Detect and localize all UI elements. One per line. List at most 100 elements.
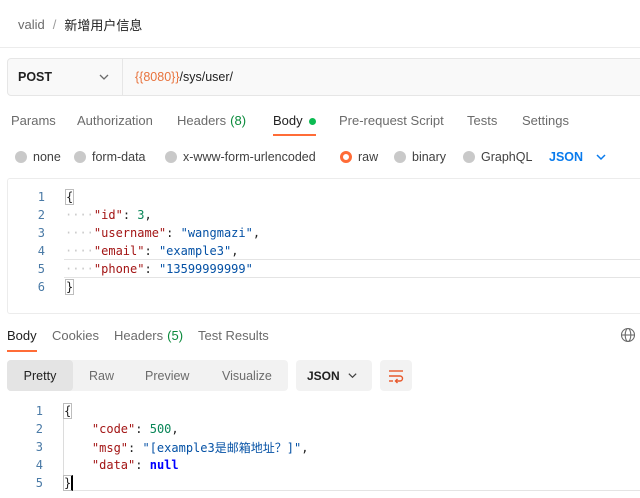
code-line: 4 "data": null: [0, 456, 640, 474]
globe-icon[interactable]: [620, 327, 636, 343]
tab-test-results[interactable]: Test Results: [198, 326, 269, 352]
chevron-down-icon: [348, 373, 357, 379]
json-value: null: [149, 458, 179, 472]
tab-headers[interactable]: Headers (8): [177, 106, 246, 136]
line-number: 1: [35, 404, 43, 418]
method-label: POST: [18, 70, 53, 84]
json-key: "id": [93, 208, 123, 222]
radio-label: GraphQL: [481, 150, 533, 164]
raw-language-select[interactable]: JSON: [549, 146, 607, 168]
chevron-down-icon: [596, 154, 606, 161]
json-separator: ,: [252, 226, 261, 240]
code-line: 4 ····"email": "example3",: [8, 242, 640, 260]
wrap-lines-button[interactable]: [380, 360, 412, 391]
radio-graphql[interactable]: GraphQL: [463, 146, 532, 168]
breadcrumb-separator: /: [52, 16, 57, 32]
radio-form-data[interactable]: form-data: [74, 146, 146, 168]
response-tabs: Body Cookies Headers (5) Test Results: [0, 326, 640, 352]
json-value: "wangmazi": [180, 226, 253, 240]
line-number: 3: [35, 440, 43, 454]
headers-count-badge: (5): [167, 328, 184, 343]
radio-selected-icon: [340, 151, 352, 163]
code-line: 3 ····"username": "wangmazi",: [8, 224, 640, 242]
preview-button[interactable]: Preview: [145, 360, 189, 391]
radio-icon: [165, 151, 177, 163]
json-key: "phone": [93, 262, 145, 276]
tab-label: Headers: [177, 113, 227, 128]
radio-urlencoded[interactable]: x-www-form-urlencoded: [165, 146, 316, 168]
tab-response-headers[interactable]: Headers (5): [114, 326, 183, 352]
indent-marker: ····: [65, 226, 94, 240]
radio-raw[interactable]: raw: [340, 146, 378, 168]
tab-response-body[interactable]: Body: [7, 326, 37, 352]
request-body-editor[interactable]: 1 { 2 ····"id": 3, 3 ····"username": "wa…: [7, 178, 640, 314]
response-body-viewer[interactable]: 1 { 2 "code": 500, 3 "msg": "[example3是邮…: [0, 401, 640, 498]
json-key: "msg": [91, 440, 129, 455]
visualize-button[interactable]: Visualize: [222, 360, 272, 391]
code-line: 1 {: [8, 188, 640, 206]
tab-label: Params: [11, 113, 56, 128]
json-value: "13599999999": [158, 262, 253, 276]
tab-label: Test Results: [198, 328, 269, 343]
json-key: "data": [91, 458, 136, 472]
json-key: "email": [93, 244, 145, 258]
json-key: "username": [93, 226, 167, 240]
language-label: JSON: [549, 150, 584, 164]
code-line: 6 }: [8, 278, 640, 296]
line-number: 6: [37, 280, 45, 294]
url-path: /sys/user/: [179, 70, 234, 84]
code-line: 5 }: [0, 474, 640, 492]
breadcrumb: valid / 新增用户信息: [18, 14, 142, 34]
code-line: 3 "msg": "[example3是邮箱地址？]",: [0, 438, 640, 456]
body-type-options: none form-data x-www-form-urlencoded raw…: [0, 146, 640, 168]
json-key: "code": [91, 422, 136, 436]
close-brace: }: [65, 279, 75, 295]
tab-pre-request-script[interactable]: Pre-request Script: [339, 106, 444, 136]
json-value: "[example3是邮箱地址？]": [142, 440, 302, 455]
close-brace: }: [63, 475, 74, 491]
header-divider: [0, 47, 640, 48]
radio-binary[interactable]: binary: [394, 146, 446, 168]
tab-label: Cookies: [52, 328, 99, 343]
pretty-button[interactable]: Pretty: [7, 360, 73, 391]
radio-icon: [74, 151, 86, 163]
tab-label: Body: [273, 113, 303, 128]
response-format-select[interactable]: JSON: [296, 360, 372, 391]
json-separator: ,: [144, 208, 152, 222]
url-input[interactable]: {{8080}}/sys/user/: [123, 59, 233, 95]
radio-label: raw: [358, 150, 379, 164]
open-brace: {: [63, 403, 73, 419]
tab-cookies[interactable]: Cookies: [52, 326, 99, 352]
radio-none[interactable]: none: [15, 146, 61, 168]
tab-label: Authorization: [77, 113, 153, 128]
radio-label: binary: [412, 150, 447, 164]
wrap-lines-icon: [389, 369, 404, 383]
json-value: "example3": [158, 244, 232, 258]
tab-tests[interactable]: Tests: [467, 106, 497, 136]
radio-icon: [15, 151, 27, 163]
code-line: 2 "code": 500,: [0, 420, 640, 438]
radio-label: form-data: [92, 150, 146, 164]
radio-icon: [463, 151, 475, 163]
line-number: 2: [35, 422, 43, 436]
request-name[interactable]: 新增用户信息: [64, 15, 142, 34]
tab-label: Body: [7, 328, 37, 343]
method-select[interactable]: POST: [8, 59, 123, 95]
tab-body[interactable]: Body: [273, 106, 338, 136]
code-line: 5 ····"phone": "13599999999": [8, 260, 640, 278]
line-number: 2: [37, 208, 45, 222]
code-line: 2 ····"id": 3,: [8, 206, 640, 224]
line-number: 5: [37, 262, 45, 276]
radio-label: none: [33, 150, 61, 164]
response-view-switcher: Pretty Raw Preview Visualize: [7, 360, 288, 391]
line-number: 5: [35, 476, 43, 490]
breadcrumb-collection[interactable]: valid: [18, 17, 45, 32]
tab-params[interactable]: Params: [11, 106, 56, 136]
raw-button[interactable]: Raw: [89, 360, 114, 391]
code-line: 1 {: [0, 402, 640, 420]
tab-settings[interactable]: Settings: [522, 106, 569, 136]
tab-label: Settings: [522, 113, 569, 128]
tab-authorization[interactable]: Authorization: [77, 106, 153, 136]
request-url-bar: POST {{8080}}/sys/user/: [7, 58, 640, 96]
url-variable: {{8080}}: [135, 70, 180, 84]
